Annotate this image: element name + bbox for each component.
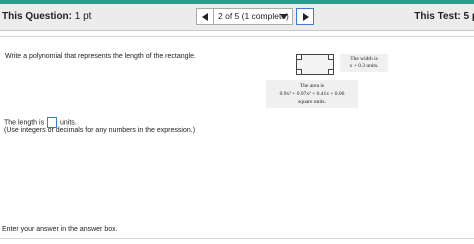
rectangle-figure (296, 54, 334, 75)
question-header: This Question: 1 pt 2 of 5 (1 complete) … (0, 4, 474, 31)
question-selector[interactable]: 2 of 5 (1 complete) (213, 8, 293, 25)
divider (0, 36, 474, 37)
width-label-line: The width is (350, 56, 378, 62)
question-title: This Question: 1 pt (2, 11, 91, 22)
next-question-button[interactable] (296, 8, 314, 25)
right-angle-marker (297, 55, 302, 60)
right-angle-marker (297, 69, 302, 74)
question-selector-value: 2 of 5 (1 complete) (218, 11, 289, 21)
width-label: The width is x + 0.3 units. (340, 54, 388, 72)
area-expression: 0.9x³ + 0.97x² + 0.41x + 0.06 (279, 91, 345, 97)
divider (0, 238, 474, 239)
right-angle-marker (328, 55, 333, 60)
answer-prefix: The length is (4, 119, 45, 127)
answer-hint: (Use integers or decimals for any number… (4, 127, 196, 134)
question-label: This Question: (2, 11, 72, 22)
test-score: This Test: 5 p (414, 11, 474, 22)
area-label-line: square units. (298, 99, 326, 105)
previous-question-button[interactable] (196, 8, 214, 25)
width-label-line: x + 0.3 units. (349, 63, 379, 69)
answer-suffix: units. (60, 119, 77, 127)
chevron-down-icon (280, 14, 288, 19)
area-label: The area is 0.9x³ + 0.97x² + 0.41x + 0.0… (266, 80, 358, 108)
right-angle-marker (328, 69, 333, 74)
question-prompt: Write a polynomial that represents the l… (5, 53, 196, 60)
footer-instruction: Enter your answer in the answer box. (2, 226, 118, 233)
area-label-line: The area is (299, 83, 325, 89)
question-points: 1 pt (74, 11, 92, 22)
